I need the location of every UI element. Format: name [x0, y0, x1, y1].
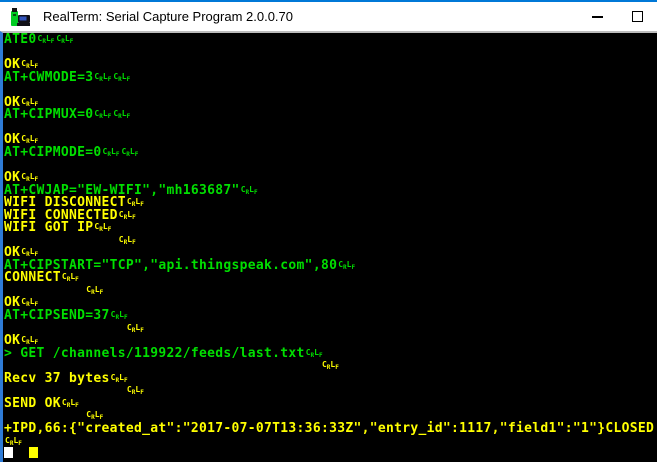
crlf-marker: CRLF: [338, 261, 355, 270]
terminal-text: ATE0: [4, 32, 37, 47]
minimize-button[interactable]: [577, 2, 617, 31]
terminal-text: +IPD,66:{"created_at":"2017-07-07T13:36:…: [4, 421, 654, 436]
crlf-marker: CRLF: [21, 298, 38, 307]
realterm-app-icon: [10, 7, 32, 27]
terminal-line: CRLF: [4, 323, 657, 336]
terminal-text: AT+CIPMUX=0: [4, 107, 93, 122]
terminal-line: WIFI GOT IPCRLF: [4, 222, 657, 235]
crlf-marker: CRLF: [21, 336, 38, 345]
crlf-marker: CRLF: [119, 211, 136, 220]
terminal-line: SEND OKCRLF: [4, 398, 657, 411]
terminal-line: AT+CIPSTART="TCP","api.thingspeak.com",8…: [4, 260, 657, 273]
crlf-marker: CRLF: [21, 173, 38, 182]
terminal-line: CRLF: [4, 235, 657, 248]
terminal-line: CRLF: [4, 285, 657, 298]
terminal-text: AT+CIPMODE=0: [4, 145, 102, 160]
crlf-marker: CRLF: [111, 311, 128, 320]
terminal-line: [4, 47, 657, 60]
window-title: RealTerm: Serial Capture Program 2.0.0.7…: [43, 9, 293, 24]
minimize-icon: [592, 16, 603, 18]
terminal-line: WIFI CONNECTEDCRLF: [4, 210, 657, 223]
realterm-window: RealTerm: Serial Capture Program 2.0.0.7…: [0, 0, 657, 462]
crlf-marker: CRLF: [38, 35, 55, 44]
crlf-marker: CRLF: [62, 273, 79, 282]
yellow-cursor-block: [29, 447, 38, 458]
terminal-line: OKCRLF: [4, 59, 657, 72]
terminal-line: AT+CIPMUX=0CRLFCRLF: [4, 109, 657, 122]
crlf-marker: CRLF: [121, 148, 138, 157]
title-bar: RealTerm: Serial Capture Program 2.0.0.7…: [0, 0, 657, 31]
crlf-marker: CRLF: [21, 98, 38, 107]
crlf-marker: CRLF: [21, 60, 38, 69]
crlf-marker: CRLF: [113, 73, 130, 82]
crlf-marker: CRLF: [127, 198, 144, 207]
crlf-marker: CRLF: [86, 411, 103, 420]
terminal-line: AT+CWMODE=3CRLFCRLF: [4, 72, 657, 85]
crlf-marker: CRLF: [119, 236, 136, 245]
crlf-marker: CRLF: [127, 386, 144, 395]
maximize-icon: [632, 11, 643, 22]
crlf-marker: CRLF: [94, 110, 111, 119]
crlf-marker: CRLF: [113, 110, 130, 119]
terminal-line: CONNECTCRLF: [4, 272, 657, 285]
crlf-marker: CRLF: [21, 248, 38, 257]
window-controls: [577, 2, 657, 31]
crlf-marker: CRLF: [94, 73, 111, 82]
terminal-line: [4, 122, 657, 135]
terminal-text: AT+CWMODE=3: [4, 70, 93, 85]
crlf-marker: CRLF: [62, 399, 79, 408]
crlf-marker: CRLF: [56, 35, 73, 44]
terminal-line: CRLF: [4, 385, 657, 398]
terminal-line: +IPD,66:{"created_at":"2017-07-07T13:36:…: [4, 423, 657, 436]
crlf-marker: CRLF: [111, 374, 128, 383]
crlf-marker: CRLF: [86, 286, 103, 295]
terminal-line: OKCRLF: [4, 97, 657, 110]
terminal-line: [4, 448, 657, 461]
crlf-marker: CRLF: [5, 437, 22, 446]
crlf-marker: CRLF: [322, 361, 339, 370]
terminal-line: CRLF: [4, 436, 657, 449]
crlf-marker: CRLF: [103, 148, 120, 157]
terminal-line: ATE0CRLFCRLF: [4, 34, 657, 47]
terminal-line: [4, 159, 657, 172]
terminal-line: [4, 84, 657, 97]
white-cursor-block: [4, 447, 13, 458]
crlf-marker: CRLF: [241, 186, 258, 195]
crlf-marker: CRLF: [127, 324, 144, 333]
crlf-marker: CRLF: [94, 223, 111, 232]
terminal-screen[interactable]: ATE0CRLFCRLFOKCRLFAT+CWMODE=3CRLFCRLFOKC…: [0, 31, 657, 462]
crlf-marker: CRLF: [21, 135, 38, 144]
terminal-line: AT+CIPMODE=0CRLFCRLF: [4, 147, 657, 160]
maximize-button[interactable]: [617, 2, 657, 31]
crlf-marker: CRLF: [306, 349, 323, 358]
